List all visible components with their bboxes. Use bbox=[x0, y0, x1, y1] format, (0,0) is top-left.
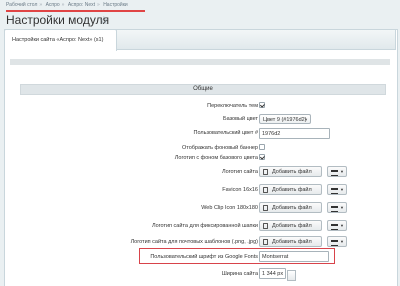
chevron-down-icon: ▼ bbox=[340, 223, 344, 228]
google-font-label: Пользовательский шрифт из Google Fonts bbox=[150, 254, 258, 260]
chevron-down-icon: ▼ bbox=[340, 169, 344, 174]
breadcrumb-item[interactable]: Аспро bbox=[46, 2, 60, 8]
webclip-label: Web Clip Icon 180x180 bbox=[201, 205, 258, 211]
section-header: Общие bbox=[20, 84, 386, 95]
fixed-logo-menu-button[interactable]: ▼ bbox=[327, 220, 347, 231]
site-logo-label: Логотип сайта bbox=[222, 169, 258, 175]
custom-color-input[interactable]: 1976d2 bbox=[259, 128, 330, 139]
menu-icon bbox=[331, 169, 338, 176]
breadcrumb-item[interactable]: Аспро: Next bbox=[68, 2, 95, 8]
custom-color-label: Пользовательский цвет # bbox=[193, 130, 258, 136]
add-file-label: Добавить файл bbox=[272, 187, 312, 193]
site-width-dropdown-toggle[interactable] bbox=[287, 270, 296, 281]
menu-icon bbox=[331, 187, 338, 194]
tab-site-settings[interactable]: Настройки сайта «Аспро: Next» (s1) bbox=[4, 29, 117, 51]
section-header-label: Общие bbox=[193, 86, 213, 92]
mail-logo-label: Логотип сайта для почтовых шаблонов (.pn… bbox=[130, 239, 258, 245]
scroll-strip bbox=[10, 59, 390, 65]
bg-banner-checkbox[interactable] bbox=[259, 144, 265, 150]
breadcrumb-highlight-underline bbox=[6, 10, 145, 12]
add-file-label: Добавить файл bbox=[272, 223, 312, 229]
favicon-menu-button[interactable]: ▼ bbox=[327, 184, 347, 195]
mail-logo-add-file-button[interactable]: Добавить файл bbox=[259, 236, 322, 247]
webclip-add-file-button[interactable]: Добавить файл bbox=[259, 202, 322, 213]
file-icon bbox=[263, 238, 268, 245]
favicon-label: Favicon 16x16 bbox=[222, 187, 258, 193]
site-logo-add-file-button[interactable]: Добавить файл bbox=[259, 166, 322, 177]
custom-color-value: 1976d2 bbox=[262, 131, 281, 137]
file-icon bbox=[263, 186, 268, 193]
theme-switcher-checkbox[interactable] bbox=[259, 102, 265, 108]
base-color-value: Цвет 9 (#1976d2) bbox=[263, 116, 307, 123]
add-file-label: Добавить файл bbox=[272, 239, 312, 245]
add-file-label: Добавить файл bbox=[272, 205, 312, 211]
tab-label: Настройки сайта «Аспро: Next» (s1) bbox=[12, 37, 104, 43]
breadcrumb-item[interactable]: Рабочий стол bbox=[6, 2, 37, 8]
google-font-value: Montserrat bbox=[262, 254, 289, 260]
file-icon bbox=[263, 204, 268, 211]
fixed-logo-add-file-button[interactable]: Добавить файл bbox=[259, 220, 322, 231]
site-width-select[interactable]: 1 344 px bbox=[259, 268, 286, 279]
base-color-label: Базовый цвет bbox=[222, 116, 258, 122]
base-color-select[interactable]: Цвет 9 (#1976d2) ▼ bbox=[259, 114, 311, 124]
logo-bg-label: Логотип с фоном базового цвета bbox=[174, 155, 258, 161]
mail-logo-menu-button[interactable]: ▼ bbox=[327, 236, 347, 247]
star-icon[interactable]: ☆ bbox=[99, 14, 109, 27]
add-file-label: Добавить файл bbox=[272, 169, 312, 175]
breadcrumb-item[interactable]: Настройки bbox=[103, 2, 128, 8]
theme-switcher-label: Переключатель тем bbox=[207, 103, 258, 109]
menu-icon bbox=[331, 223, 338, 230]
file-icon bbox=[263, 168, 268, 175]
file-icon bbox=[263, 222, 268, 229]
chevron-down-icon: ▼ bbox=[304, 117, 308, 122]
breadcrumb: Рабочий стол» Аспро» Аспро: Next» Настро… bbox=[6, 2, 128, 8]
favicon-add-file-button[interactable]: Добавить файл bbox=[259, 184, 322, 195]
menu-icon bbox=[331, 205, 338, 212]
chevron-down-icon: ▼ bbox=[340, 205, 344, 210]
menu-icon bbox=[331, 239, 338, 246]
site-logo-menu-button[interactable]: ▼ bbox=[327, 166, 347, 177]
page-title: Настройки модуля bbox=[6, 13, 110, 27]
site-width-label: Ширина сайта bbox=[221, 271, 258, 277]
chevron-down-icon: ▼ bbox=[340, 187, 344, 192]
webclip-menu-button[interactable]: ▼ bbox=[327, 202, 347, 213]
fixed-logo-label: Логотип сайта для фиксированной шапки bbox=[151, 223, 258, 229]
google-font-input[interactable]: Montserrat bbox=[259, 251, 329, 262]
site-width-value: 1 344 px bbox=[262, 271, 284, 277]
logo-bg-checkbox[interactable] bbox=[259, 154, 265, 160]
chevron-down-icon: ▼ bbox=[340, 239, 344, 244]
bg-banner-label: Отображать фоновый баннер bbox=[181, 145, 258, 151]
